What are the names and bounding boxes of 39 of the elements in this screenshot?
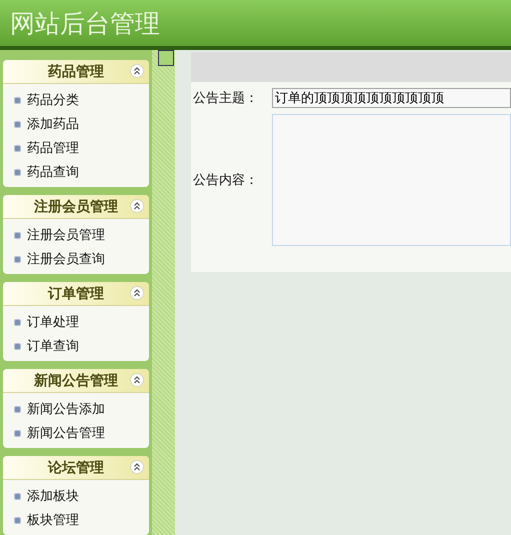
menu-section-header[interactable]: 论坛管理 [3,456,149,480]
sidebar-toggle[interactable] [158,50,174,66]
bullet-icon [14,168,21,176]
menu-section-header[interactable]: 注册会员管理 [3,195,149,219]
field-label: 公告主题： [192,90,259,107]
menu-item[interactable]: 新闻公告添加 [27,400,105,418]
collapse-icon[interactable] [130,286,144,300]
menu-item[interactable]: 添加板块 [27,487,79,505]
menu-section-header[interactable]: 订单管理 [3,282,149,306]
field-label: 公告内容： [192,172,259,189]
menu-item[interactable]: 新闻公告管理 [27,424,105,442]
bullet-icon [14,318,21,326]
collapse-icon[interactable] [130,64,144,78]
menu-item[interactable]: 注册会员查询 [27,250,105,268]
collapse-icon[interactable] [130,373,144,387]
menu-section-header[interactable]: 药品管理 [3,60,149,84]
input-field[interactable]: 订单的顶顶顶顶顶顶顶顶顶顶 [272,88,511,108]
bullet-icon [14,430,21,436]
menu-item[interactable]: 添加药品 [27,115,79,133]
menu-item[interactable]: 板块管理 [27,511,79,529]
menu-item[interactable]: 订单处理 [27,313,79,331]
bullet-icon [14,406,21,412]
site-title: 网站后台管理 [10,8,160,40]
menu-item[interactable]: 药品分类 [27,91,79,109]
bullet-icon [14,256,21,262]
bullet-icon [14,492,21,500]
collapse-icon[interactable] [130,460,144,474]
collapse-icon[interactable] [130,199,144,213]
bullet-icon [14,144,21,152]
bullet-icon [14,120,21,128]
bullet-icon [14,232,21,238]
menu-item[interactable]: 药品管理 [27,139,79,157]
bullet-icon [14,96,21,104]
bullet-icon [14,342,21,350]
menu-item[interactable]: 订单查询 [27,337,79,355]
bullet-icon [14,516,21,524]
menu-section-header[interactable]: 新闻公告管理 [3,369,149,393]
menu-item[interactable]: 注册会员管理 [27,226,105,244]
menu-item[interactable]: 药品查询 [27,163,79,181]
